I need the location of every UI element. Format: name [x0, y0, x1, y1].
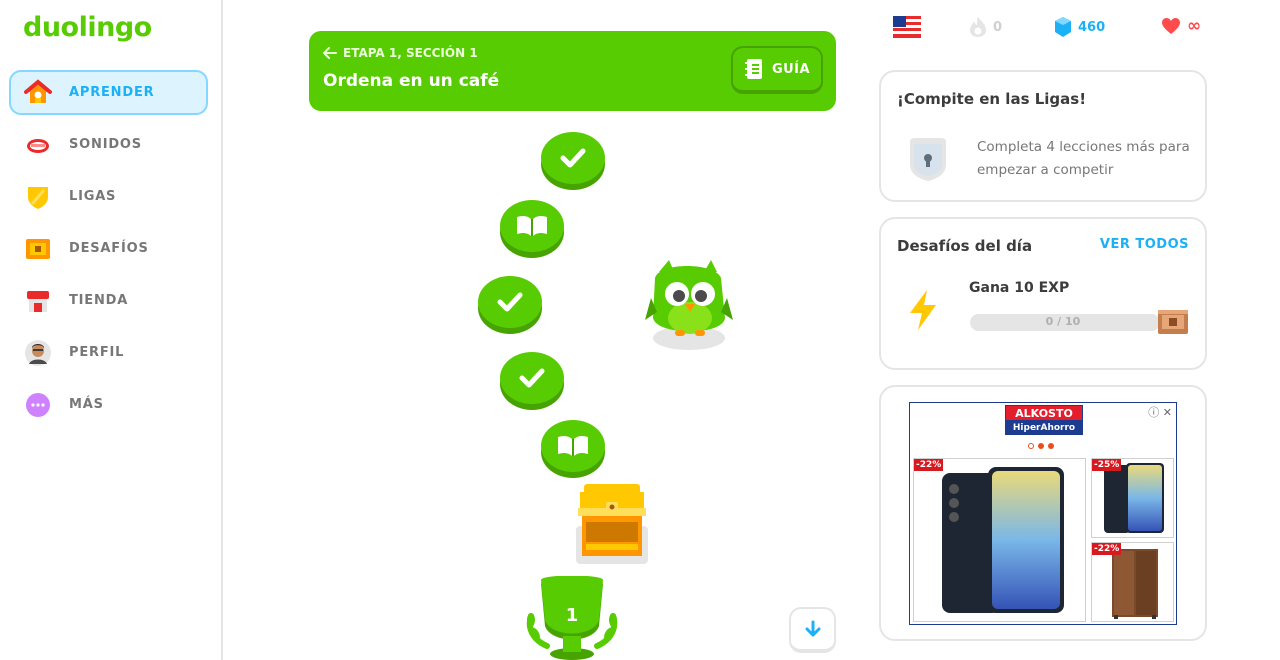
- mouth-icon: [23, 130, 53, 160]
- guide-button[interactable]: GUÍA: [731, 46, 823, 94]
- app: duolingo APRENDER SONIDOS LIGAS DESAFÍOS…: [0, 0, 1280, 660]
- discount-badge: -22%: [1092, 543, 1122, 555]
- sidebar-item-ligas[interactable]: LIGAS: [9, 174, 208, 219]
- sidebar-item-desafios[interactable]: DESAFÍOS: [9, 226, 208, 271]
- course-flag[interactable]: [893, 16, 921, 38]
- notebook-icon: [744, 59, 762, 79]
- sidebar-item-mas[interactable]: MÁS: [9, 382, 208, 427]
- sidebar-item-label: PERFIL: [69, 345, 125, 360]
- more-icon: [23, 390, 53, 420]
- hearts-counter[interactable]: ∞: [1161, 16, 1201, 36]
- sidebar-item-sonidos[interactable]: SONIDOS: [9, 122, 208, 167]
- sidebar-item-label: DESAFÍOS: [69, 241, 149, 256]
- discount-badge: -22%: [914, 459, 944, 471]
- ad-brand-logo: ALKOSTO HiperAhorro: [1005, 405, 1083, 437]
- gems-count: 460: [1078, 19, 1106, 35]
- node-top: [500, 200, 564, 252]
- advertisement-card: ALKOSTO HiperAhorro ⓘ ✕ -22% -25% -22%: [879, 385, 1207, 641]
- stats-bar: 0 460 ∞: [893, 16, 1203, 42]
- chest-icon: [23, 234, 53, 264]
- sidebar-item-tienda[interactable]: TIENDA: [9, 278, 208, 323]
- ad-brand-bottom: HiperAhorro: [1005, 421, 1083, 435]
- unit-trophy[interactable]: 1: [523, 575, 621, 660]
- book-icon: [517, 215, 547, 236]
- ad-close-icon[interactable]: ⓘ ✕: [1148, 404, 1172, 420]
- leagues-text: Completa 4 lecciones más para empezar a …: [977, 139, 1190, 178]
- quest-progress-bar: 0 / 10: [970, 314, 1160, 331]
- sidebar: duolingo APRENDER SONIDOS LIGAS DESAFÍOS…: [0, 0, 223, 660]
- discount-badge: -25%: [1092, 459, 1122, 471]
- duo-owl-mascot: [645, 258, 735, 352]
- scroll-down-button[interactable]: [789, 607, 836, 653]
- lesson-node-completed[interactable]: [541, 132, 605, 190]
- sidebar-item-label: APRENDER: [69, 85, 155, 100]
- quest-name: Gana 10 EXP: [969, 280, 1070, 296]
- owl-icon: [645, 260, 733, 350]
- quest-progress-text: 0 / 10: [1045, 315, 1081, 328]
- treasure-chest[interactable]: [576, 480, 648, 564]
- ad-brand-top: ALKOSTO: [1005, 405, 1083, 421]
- daily-quests-card: Desafíos del día VER TODOS Gana 10 EXP 0…: [879, 217, 1207, 370]
- story-node[interactable]: [500, 200, 564, 258]
- arrow-down-icon: [805, 620, 820, 637]
- node-top: [541, 420, 605, 472]
- node-top: [478, 276, 542, 328]
- sidebar-item-perfil[interactable]: PERFIL: [9, 330, 208, 375]
- guide-label: GUÍA: [771, 61, 811, 77]
- story-node[interactable]: [541, 420, 605, 478]
- sidebar-nav: APRENDER SONIDOS LIGAS DESAFÍOS TIENDA P…: [9, 70, 208, 434]
- streak-count: 0: [993, 19, 1003, 35]
- ad-product-phone-small[interactable]: -25%: [1091, 458, 1174, 538]
- book-icon: [558, 435, 588, 456]
- daily-quests-title: Desafíos del día: [897, 237, 1033, 255]
- trophy-number: 1: [565, 605, 579, 626]
- see-all-link[interactable]: VER TODOS: [1100, 237, 1189, 252]
- duolingo-logo[interactable]: duolingo: [23, 12, 152, 43]
- treasure-chest-icon: [576, 484, 648, 564]
- gem-icon: [1055, 17, 1071, 37]
- shield-icon: [23, 182, 53, 212]
- checkmark-icon: [519, 368, 545, 388]
- sidebar-item-label: TIENDA: [69, 293, 129, 308]
- avatar-icon: [23, 338, 53, 368]
- us-flag-icon: [893, 16, 921, 38]
- lesson-node-completed[interactable]: [478, 276, 542, 334]
- sidebar-item-aprender[interactable]: APRENDER: [9, 70, 208, 115]
- node-top: [541, 132, 605, 184]
- leagues-card: ¡Compite en las Ligas! Completa 4 leccio…: [879, 70, 1207, 202]
- heart-icon: [1162, 18, 1180, 34]
- unit-stage[interactable]: ETAPA 1, SECCIÓN 1: [323, 46, 478, 60]
- lesson-node-completed[interactable]: [500, 352, 564, 410]
- unit-stage-label: ETAPA 1, SECCIÓN 1: [343, 46, 478, 60]
- sidebar-item-label: SONIDOS: [69, 137, 142, 152]
- ad-banner[interactable]: ALKOSTO HiperAhorro ⓘ ✕ -22% -25% -22%: [909, 402, 1177, 625]
- hearts-count: ∞: [1187, 16, 1202, 36]
- streak-counter[interactable]: 0: [969, 16, 1002, 38]
- locked-league-icon: [910, 138, 946, 181]
- node-top: [500, 352, 564, 404]
- checkmark-icon: [497, 292, 523, 312]
- sidebar-item-label: LIGAS: [69, 189, 117, 204]
- ad-carousel-dots: [1028, 443, 1054, 449]
- checkmark-icon: [560, 148, 586, 168]
- sidebar-item-label: MÁS: [69, 397, 104, 412]
- gems-counter[interactable]: 460: [1054, 16, 1105, 38]
- ad-product-phone-large[interactable]: -22%: [913, 458, 1086, 622]
- unit-title: Ordena en un café: [323, 71, 500, 91]
- unit-banner: ETAPA 1, SECCIÓN 1 Ordena en un café GUÍ…: [309, 31, 836, 111]
- arrow-left-icon: [323, 47, 337, 59]
- leagues-title: ¡Compite en las Ligas!: [897, 90, 1087, 108]
- ad-product-cabinet[interactable]: -22%: [1091, 542, 1174, 622]
- shop-icon: [23, 286, 53, 316]
- lightning-icon: [910, 290, 936, 330]
- reward-chest-icon: [1158, 310, 1188, 334]
- phone-image: [942, 467, 1064, 613]
- home-icon: [23, 78, 53, 108]
- flame-icon: [970, 17, 986, 37]
